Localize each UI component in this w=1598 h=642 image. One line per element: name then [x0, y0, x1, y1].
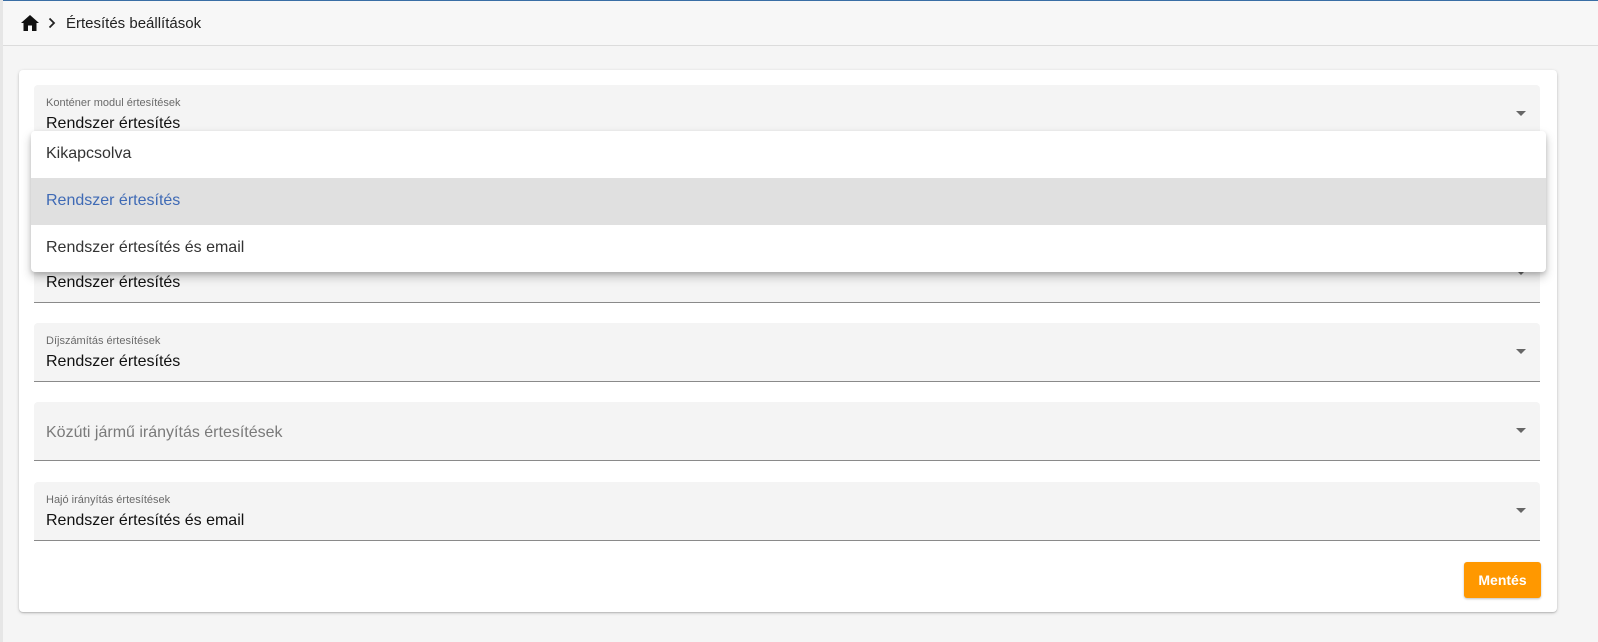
dropdown-caret-icon: [1516, 349, 1526, 354]
field-value: Rendszer értesítés és email: [46, 512, 245, 529]
save-button[interactable]: Mentés: [1464, 562, 1541, 598]
field-label: Hajó irányítás értesítések: [46, 494, 171, 506]
chevron-right-icon: [48, 17, 60, 29]
left-edge: [0, 0, 3, 642]
breadcrumb-current-page: Értesítés beállítások: [66, 14, 202, 32]
dropdown-menu: Kikapcsolva Rendszer értesítés Rendszer …: [31, 131, 1546, 272]
dropdown-caret-icon: [1516, 111, 1526, 116]
dropdown-caret-icon: [1516, 428, 1526, 433]
option-label: Kikapcsolva: [46, 145, 132, 162]
dropdown-option[interactable]: Rendszer értesítés és email: [31, 225, 1546, 272]
select-road-vehicle-notifications[interactable]: Közúti jármű irányítás értesítések: [34, 402, 1540, 461]
field-value: Rendszer értesítés: [46, 274, 181, 291]
field-label: Konténer modul értesítések: [46, 97, 181, 109]
select-ship-notifications[interactable]: Hajó irányítás értesítések Rendszer érte…: [34, 482, 1540, 541]
home-icon[interactable]: [20, 13, 40, 33]
field-value: Rendszer értesítés: [46, 353, 181, 370]
field-placeholder: Közúti jármű irányítás értesítések: [46, 424, 283, 441]
select-billing-notifications[interactable]: Díjszámítás értesítések Rendszer értesít…: [34, 323, 1540, 382]
field-label: Díjszámítás értesítések: [46, 335, 161, 347]
option-label: Rendszer értesítés: [46, 192, 181, 209]
option-label: Rendszer értesítés és email: [46, 239, 245, 256]
breadcrumb: Értesítés beállítások: [3, 1, 1598, 46]
dropdown-option-selected[interactable]: Rendszer értesítés: [31, 178, 1546, 225]
dropdown-caret-icon: [1516, 508, 1526, 513]
dropdown-option[interactable]: Kikapcsolva: [31, 131, 1546, 178]
